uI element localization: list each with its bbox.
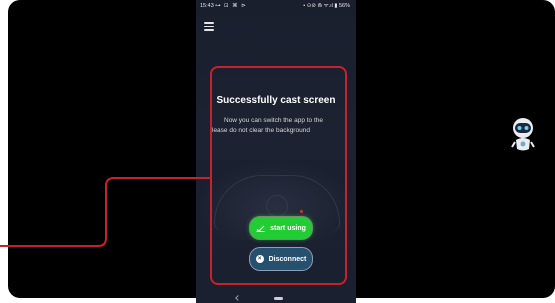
- hamburger-menu-icon[interactable]: [204, 22, 214, 31]
- nav-home-pill[interactable]: [274, 297, 283, 300]
- status-bar: 15:43 ⊶ ⊡ ⌘ ⊳ • ⊙⊘ ⋒ ᯤ.ıl ▮ 56%: [196, 0, 356, 12]
- status-time: 15:43: [200, 3, 214, 9]
- status-left-icons: ⊶ ⊡ ⌘ ⊳: [215, 3, 247, 9]
- nav-back-icon[interactable]: [235, 295, 241, 301]
- highlight-box: [210, 66, 347, 285]
- robot-assistant-icon[interactable]: [509, 116, 537, 156]
- screen-frame: 15:43 ⊶ ⊡ ⌘ ⊳ • ⊙⊘ ⋒ ᯤ.ıl ▮ 56% Successf…: [0, 0, 555, 303]
- status-right-icons: • ⊙⊘ ⋒ ᯤ.ıl ▮ 56%: [303, 3, 350, 9]
